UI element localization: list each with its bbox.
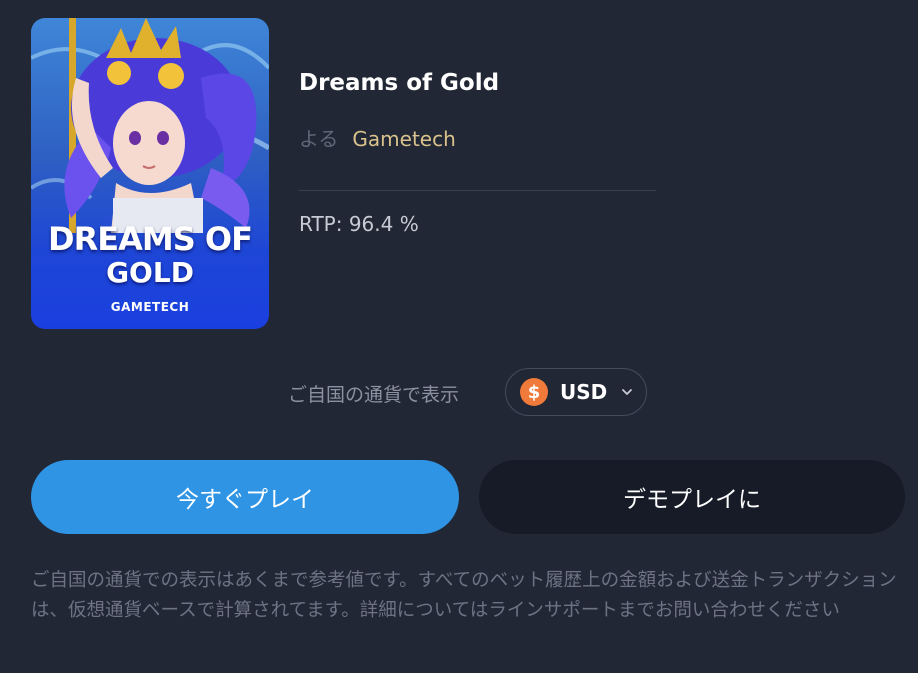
game-title: Dreams of Gold bbox=[299, 70, 500, 96]
thumbnail-brand: GAMETECH bbox=[110, 300, 190, 314]
chevron-down-icon bbox=[622, 389, 633, 395]
game-detail-panel: DREAMS OF GOLD GAMETECH Dreams of Gold よ… bbox=[0, 0, 918, 673]
game-thumbnail[interactable]: DREAMS OF GOLD GAMETECH bbox=[31, 18, 269, 329]
provider-row: よる Gametech bbox=[299, 123, 456, 152]
demo-play-button[interactable]: デモプレイに bbox=[479, 460, 905, 534]
currency-row: ご自国の通貨で表示 $ USD bbox=[0, 368, 918, 418]
thumbnail-title: DREAMS OF GOLD bbox=[31, 223, 269, 287]
currency-label: ご自国の通貨で表示 bbox=[288, 384, 460, 406]
play-now-button[interactable]: 今すぐプレイ bbox=[31, 460, 459, 534]
currency-code: USD bbox=[560, 380, 608, 404]
thumbnail-title-line1: DREAMS OF bbox=[48, 220, 253, 258]
currency-select[interactable]: $ USD bbox=[505, 368, 647, 416]
thumbnail-title-line2: GOLD bbox=[106, 256, 194, 289]
rtp-value: RTP: 96.4 % bbox=[299, 212, 419, 236]
divider bbox=[299, 190, 656, 191]
by-label: よる bbox=[299, 127, 339, 151]
dollar-coin-icon: $ bbox=[520, 378, 548, 406]
currency-disclaimer: ご自国の通貨での表示はあくまで参考値です。すべてのベット履歴上の金額および送金ト… bbox=[31, 570, 897, 621]
provider-link[interactable]: Gametech bbox=[352, 127, 455, 151]
